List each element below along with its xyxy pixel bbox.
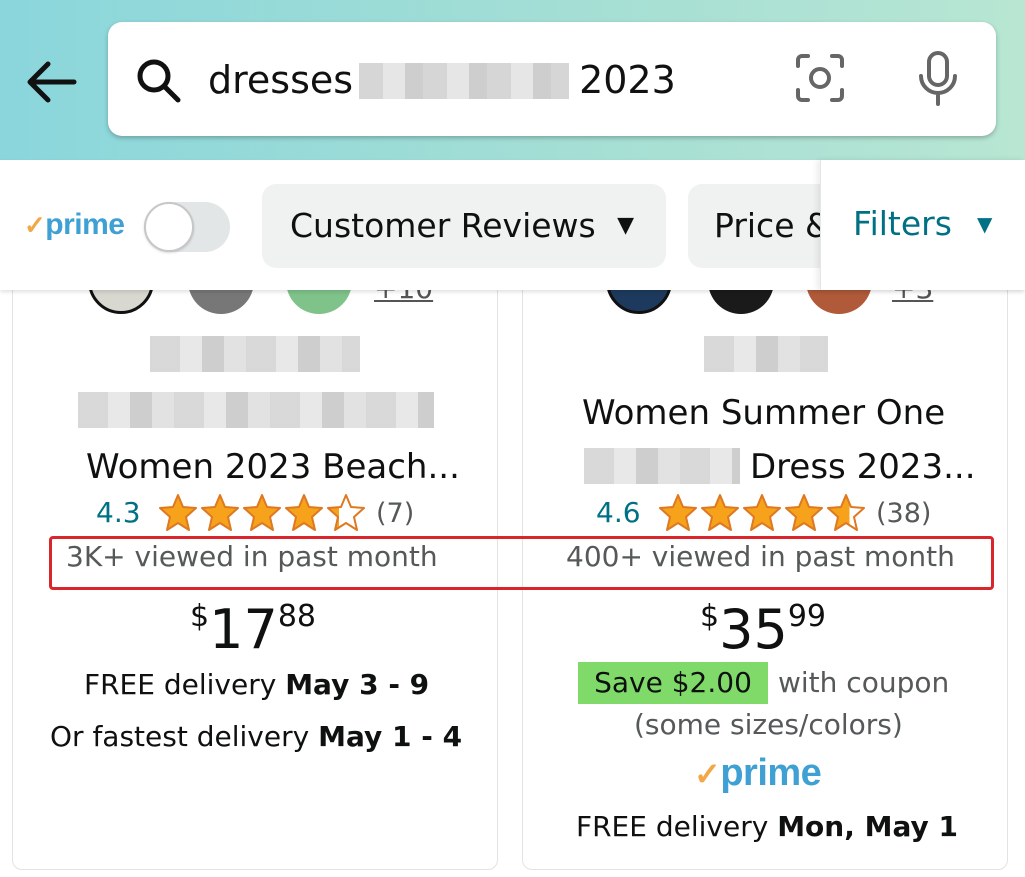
star-icon [701, 494, 739, 531]
chevron-down-icon: ▼ [977, 212, 993, 236]
camera-search-icon[interactable] [794, 52, 846, 104]
customer-reviews-chip[interactable]: Customer Reviews ▼ [262, 184, 666, 268]
fastest-delivery-info: Or fastest delivery May 1 - 4 [50, 720, 462, 753]
coupon-badge[interactable]: Save $2.00 [578, 662, 768, 704]
prime-check-icon: ✓ [694, 756, 721, 792]
delivery-info: FREE delivery May 3 - 9 [84, 668, 429, 701]
microphone-icon[interactable] [916, 50, 960, 108]
prime-label: prime [45, 208, 125, 241]
delivery-info: FREE delivery Mon, May 1 [576, 810, 958, 843]
star-icon [327, 494, 365, 531]
price-symbol: $ [700, 599, 720, 634]
product-price: $1788 [190, 598, 316, 661]
star-icon [785, 494, 823, 531]
rating-value: 4.3 [96, 496, 141, 529]
redacted-brand [704, 336, 828, 372]
review-count[interactable]: (38) [876, 498, 931, 529]
delivery-prefix: FREE delivery [84, 668, 286, 701]
coupon-note: (some sizes/colors) [634, 708, 903, 741]
fastest-prefix: Or fastest delivery [50, 720, 319, 753]
price-symbol: $ [190, 599, 210, 634]
chevron-down-icon: ▼ [617, 213, 634, 238]
rating-stars[interactable] [156, 490, 370, 534]
coupon-text: with coupon [778, 666, 950, 699]
rating-stars[interactable] [656, 490, 870, 534]
redacted-title [78, 392, 434, 428]
delivery-prefix: FREE delivery [576, 810, 778, 843]
product-price: $3599 [700, 598, 826, 661]
search-input[interactable]: dresses 2023 [108, 22, 996, 136]
star-icon [285, 494, 323, 531]
redacted-title [584, 448, 740, 484]
price-whole: 35 [719, 598, 788, 661]
delivery-dates: Mon, May 1 [777, 810, 958, 843]
price-whole: 17 [209, 598, 278, 661]
prime-label: prime [720, 752, 822, 794]
chip-label: Price & [714, 206, 831, 245]
prime-logo: ✓prime [24, 208, 125, 242]
fastest-dates: May 1 - 4 [318, 720, 463, 753]
star-icon [827, 494, 865, 531]
prime-switch[interactable] [144, 202, 230, 252]
review-count[interactable]: (7) [376, 498, 414, 529]
star-icon [243, 494, 281, 531]
search-query: dresses 2023 [208, 56, 676, 104]
rating-value: 4.6 [596, 496, 641, 529]
prime-check-icon: ✓ [24, 210, 46, 240]
search-icon [134, 56, 184, 106]
product-title[interactable]: Women 2023 Beach... [86, 446, 460, 488]
redacted-text [359, 63, 570, 99]
product-title-line-1[interactable]: Women Summer One [582, 392, 945, 434]
back-arrow-icon[interactable] [18, 52, 82, 112]
redacted-brand [150, 336, 360, 372]
filters-button[interactable]: Filters ▼ [820, 160, 1025, 290]
filters-label: Filters [853, 204, 952, 243]
price-fraction: 99 [787, 599, 826, 634]
product-title-line-2[interactable]: Dress 2023... [750, 446, 976, 488]
chip-label: Customer Reviews [290, 206, 596, 245]
price-fraction: 88 [277, 599, 316, 634]
switch-knob [144, 202, 194, 252]
prime-logo: ✓prime [694, 752, 822, 795]
delivery-dates: May 3 - 9 [285, 668, 430, 701]
star-icon [159, 494, 197, 531]
search-header: dresses 2023 [0, 0, 1025, 160]
highlight-annotation [49, 536, 994, 590]
star-icon [743, 494, 781, 531]
search-query-start: dresses [208, 58, 354, 102]
search-query-end: 2023 [579, 58, 676, 102]
prime-filter-toggle[interactable]: ✓prime [20, 198, 232, 256]
star-icon [659, 494, 697, 531]
star-icon [201, 494, 239, 531]
